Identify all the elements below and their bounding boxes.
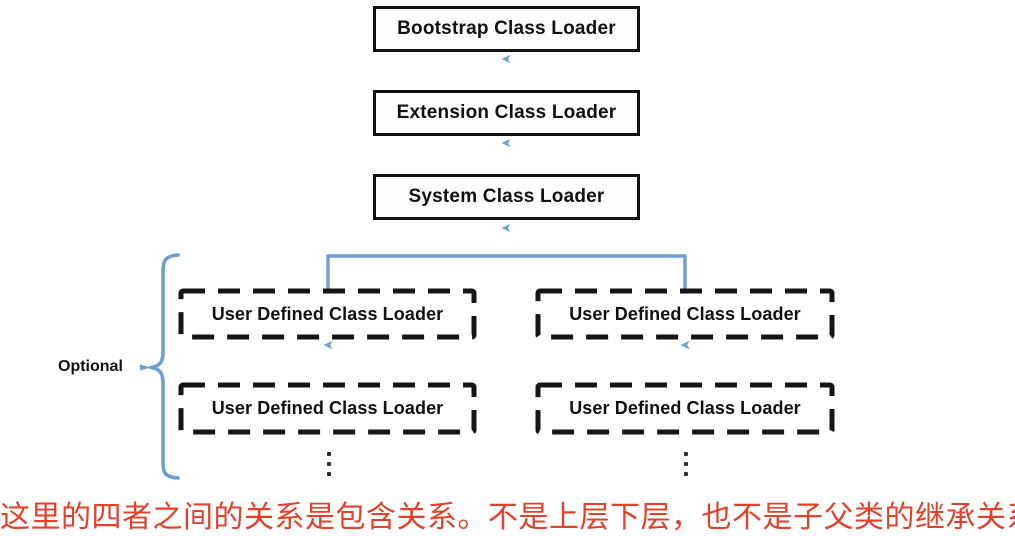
system-class-loader-label: System Class Loader <box>408 186 605 207</box>
diagram-label-layer: Bootstrap Class Loader Extension Class L… <box>0 0 1015 536</box>
ellipsis-dot <box>683 452 688 456</box>
user-defined-class-loader-box-right-bottom: User Defined Class Loader <box>538 385 832 432</box>
extension-class-loader-label: Extension Class Loader <box>396 102 617 123</box>
ellipsis-left-column <box>325 452 332 476</box>
user-defined-class-loader-label-right-top: User Defined Class Loader <box>569 303 801 324</box>
ellipsis-dot <box>326 472 331 476</box>
bootstrap-class-loader-box: Bootstrap Class Loader <box>373 6 640 52</box>
user-defined-class-loader-label-right-bottom: User Defined Class Loader <box>569 398 801 418</box>
user-defined-class-loader-label-left-bottom: User Defined Class Loader <box>211 398 444 418</box>
user-defined-class-loader-box-left-top: User Defined Class Loader <box>181 291 474 337</box>
user-defined-class-loader-label-left-top: User Defined Class Loader <box>211 303 444 324</box>
optional-label: Optional <box>58 358 123 375</box>
extension-class-loader-box: Extension Class Loader <box>373 90 640 136</box>
class-loader-diagram: Bootstrap Class Loader Extension Class L… <box>0 0 1015 536</box>
user-defined-class-loader-box-left-bottom: User Defined Class Loader <box>181 385 474 432</box>
ellipsis-right-column <box>682 452 689 476</box>
bootstrap-class-loader-label: Bootstrap Class Loader <box>397 18 616 39</box>
ellipsis-dot <box>326 452 331 456</box>
system-class-loader-box: System Class Loader <box>373 174 640 220</box>
ellipsis-dot <box>683 462 688 466</box>
user-defined-class-loader-box-right-top: User Defined Class Loader <box>538 291 832 337</box>
ellipsis-dot <box>683 472 688 476</box>
ellipsis-dot <box>326 462 331 466</box>
annotation-caption: 这里的四者之间的关系是包含关系。不是上层下层，也不是子父类的继承关系。 <box>0 500 1015 535</box>
